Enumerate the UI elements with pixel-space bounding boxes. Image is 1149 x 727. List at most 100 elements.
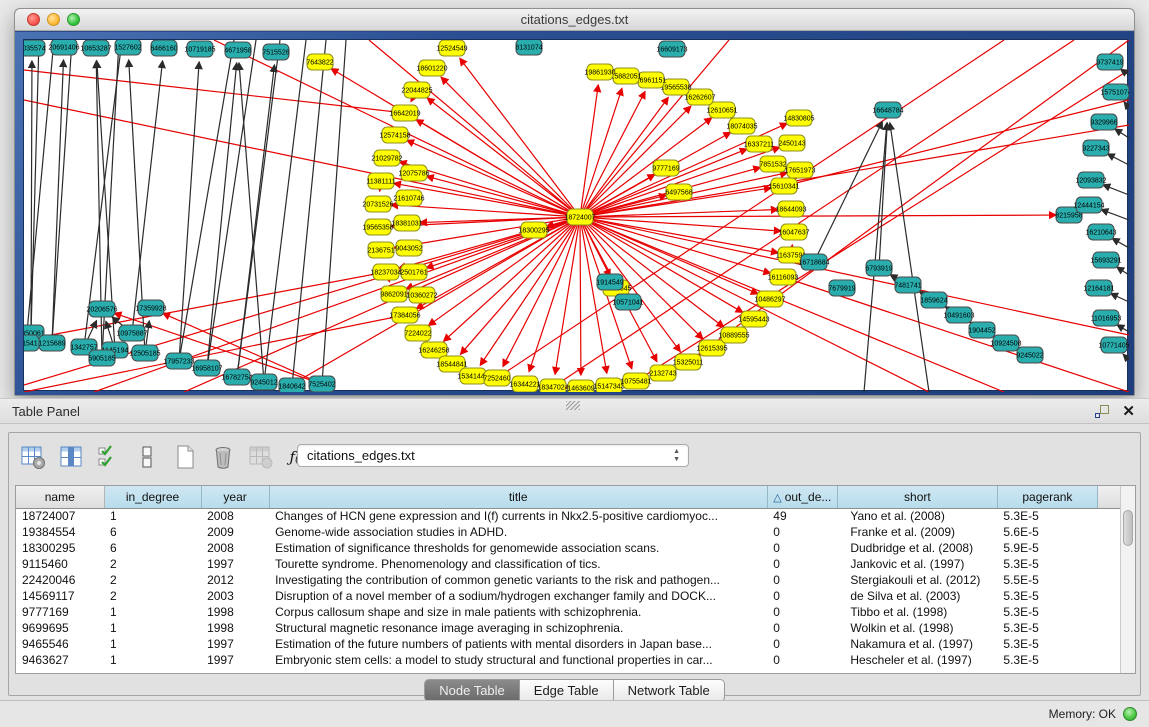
- cell-year[interactable]: 1997: [201, 652, 269, 668]
- citation-edge[interactable]: [26, 40, 54, 343]
- graph-node[interactable]: 1914549: [596, 274, 623, 290]
- graph-node[interactable]: 1215689: [38, 335, 65, 351]
- cell-year[interactable]: 1997: [201, 636, 269, 652]
- graph-node[interactable]: 17957233: [163, 353, 194, 369]
- citation-edge[interactable]: [1123, 354, 1129, 360]
- network-canvas[interactable]: 1872400712524549186012202204482516642019…: [23, 39, 1128, 391]
- graph-node[interactable]: 12444154: [1073, 197, 1104, 213]
- graph-node[interactable]: 16648784: [872, 102, 903, 118]
- citation-edge-red[interactable]: [420, 217, 580, 223]
- graph-node[interactable]: 9227343: [1082, 140, 1109, 156]
- graph-node[interactable]: 9329966: [1090, 114, 1117, 130]
- graph-node[interactable]: 16958107: [191, 360, 222, 376]
- cell-name[interactable]: 9463627: [16, 652, 104, 668]
- graph-node[interactable]: 11016953: [1091, 310, 1122, 326]
- column-header-short[interactable]: short: [837, 486, 997, 508]
- graph-node[interactable]: 19861930: [584, 64, 615, 80]
- graph-node[interactable]: 7643822: [306, 54, 333, 70]
- citation-edge[interactable]: [322, 40, 346, 384]
- cell-short[interactable]: Dudbridge et al. (2008): [837, 540, 997, 556]
- citation-edge-red[interactable]: [24, 70, 405, 113]
- table-row[interactable]: 911546021997Tourette syndrome. Phenomeno…: [16, 556, 1121, 572]
- cell-title[interactable]: Changes of HCN gene expression and I(f) …: [269, 508, 767, 524]
- citation-edge[interactable]: [1115, 129, 1129, 138]
- cell-year[interactable]: 1997: [201, 556, 269, 572]
- cell-title[interactable]: Corpus callosum shape and size in male p…: [269, 604, 767, 620]
- cell-in_degree[interactable]: 1: [104, 620, 201, 636]
- graph-node[interactable]: 4035574: [24, 40, 46, 56]
- cell-year[interactable]: 2009: [201, 524, 269, 540]
- citation-edge-red[interactable]: [407, 140, 580, 217]
- graph-node[interactable]: 22044825: [401, 82, 432, 98]
- cell-name[interactable]: 14569117: [16, 588, 104, 604]
- graph-node[interactable]: 12524549: [436, 40, 467, 56]
- column-header-name[interactable]: name: [16, 486, 104, 508]
- cell-out_de[interactable]: 0: [767, 620, 837, 636]
- citation-edge[interactable]: [890, 123, 929, 392]
- graph-node[interactable]: 15325011: [673, 354, 704, 370]
- citation-edge-red[interactable]: [580, 85, 598, 217]
- table-row[interactable]: 946554611997Estimation of the future num…: [16, 636, 1121, 652]
- cell-in_degree[interactable]: 2: [104, 556, 201, 572]
- graph-node[interactable]: 2136751: [367, 242, 394, 258]
- cell-name[interactable]: 18724007: [16, 508, 104, 524]
- resize-grip[interactable]: [566, 401, 580, 410]
- cell-name[interactable]: 9115460: [16, 556, 104, 572]
- citation-edge[interactable]: [1117, 267, 1129, 275]
- graph-node[interactable]: 6793919: [865, 260, 892, 276]
- tab-edge-table[interactable]: Edge Table: [520, 679, 614, 702]
- cell-title[interactable]: Embryonic stem cells: a model to study s…: [269, 652, 767, 668]
- graph-node[interactable]: 18601220: [416, 60, 447, 76]
- table-row[interactable]: 969969511998Structural magnetic resonanc…: [16, 620, 1121, 636]
- table-row[interactable]: 946362711997Embryonic stem cells: a mode…: [16, 652, 1121, 668]
- graph-node[interactable]: 10653287: [80, 40, 111, 56]
- delete-column-icon[interactable]: [209, 443, 237, 471]
- cell-out_de[interactable]: 0: [767, 556, 837, 572]
- graph-node[interactable]: 18381031: [391, 215, 422, 231]
- graph-node[interactable]: 16210643: [1085, 224, 1116, 240]
- cell-pagerank[interactable]: 5.3E-5: [997, 636, 1097, 652]
- graph-node[interactable]: 10771405: [1098, 337, 1129, 353]
- graph-node[interactable]: 10924508: [990, 335, 1021, 351]
- citation-edge-red[interactable]: [580, 217, 724, 327]
- graph-node[interactable]: 6497568: [665, 184, 692, 200]
- cell-title[interactable]: Investigating the contribution of common…: [269, 572, 767, 588]
- graph-node[interactable]: 5905185: [88, 350, 115, 366]
- column-header-title[interactable]: title: [269, 486, 767, 508]
- graph-node[interactable]: 14595443: [738, 311, 769, 327]
- show-columns-checks-icon[interactable]: [95, 443, 123, 471]
- cell-pagerank[interactable]: 5.3E-5: [997, 508, 1097, 524]
- cell-pagerank[interactable]: 5.3E-5: [997, 620, 1097, 636]
- cell-out_de[interactable]: 0: [767, 572, 837, 588]
- cell-in_degree[interactable]: 1: [104, 604, 201, 620]
- cell-name[interactable]: 9699695: [16, 620, 104, 636]
- graph-node[interactable]: 1840642: [278, 378, 305, 392]
- graph-node[interactable]: 16609173: [656, 41, 687, 57]
- graph-node[interactable]: 1463609: [567, 380, 594, 392]
- graph-node[interactable]: 7851532: [759, 156, 786, 172]
- citation-edge[interactable]: [814, 122, 882, 262]
- float-panel-icon[interactable]: [1095, 405, 1109, 418]
- graph-node[interactable]: 12164181: [1083, 280, 1114, 296]
- citation-edge[interactable]: [1111, 293, 1129, 302]
- cell-pagerank[interactable]: 5.3E-5: [997, 556, 1097, 572]
- graph-node[interactable]: 18074035: [726, 118, 757, 134]
- graph-node[interactable]: 16047637: [778, 224, 809, 240]
- citation-edge[interactable]: [1103, 185, 1129, 195]
- graph-node[interactable]: 18300295: [518, 222, 549, 238]
- citation-edge-red[interactable]: [429, 217, 580, 325]
- cell-title[interactable]: Tourette syndrome. Phenomenology and cla…: [269, 556, 767, 572]
- cell-name[interactable]: 9465546: [16, 636, 104, 652]
- cell-in_degree[interactable]: 2: [104, 588, 201, 604]
- graph-node[interactable]: 4671958: [224, 42, 251, 58]
- graph-node[interactable]: 10571041: [612, 294, 643, 310]
- cell-year[interactable]: 1998: [201, 620, 269, 636]
- citation-edge-red[interactable]: [580, 118, 712, 217]
- table-row[interactable]: 1872400712008Changes of HCN gene express…: [16, 508, 1121, 524]
- graph-node[interactable]: 19565358: [362, 219, 393, 235]
- cell-short[interactable]: Franke et al. (2009): [837, 524, 997, 540]
- graph-node[interactable]: 8131074: [515, 40, 542, 55]
- graph-node[interactable]: 9777169: [652, 160, 679, 176]
- graph-node[interactable]: 10719185: [184, 41, 215, 57]
- graph-node[interactable]: 9245012: [250, 374, 277, 390]
